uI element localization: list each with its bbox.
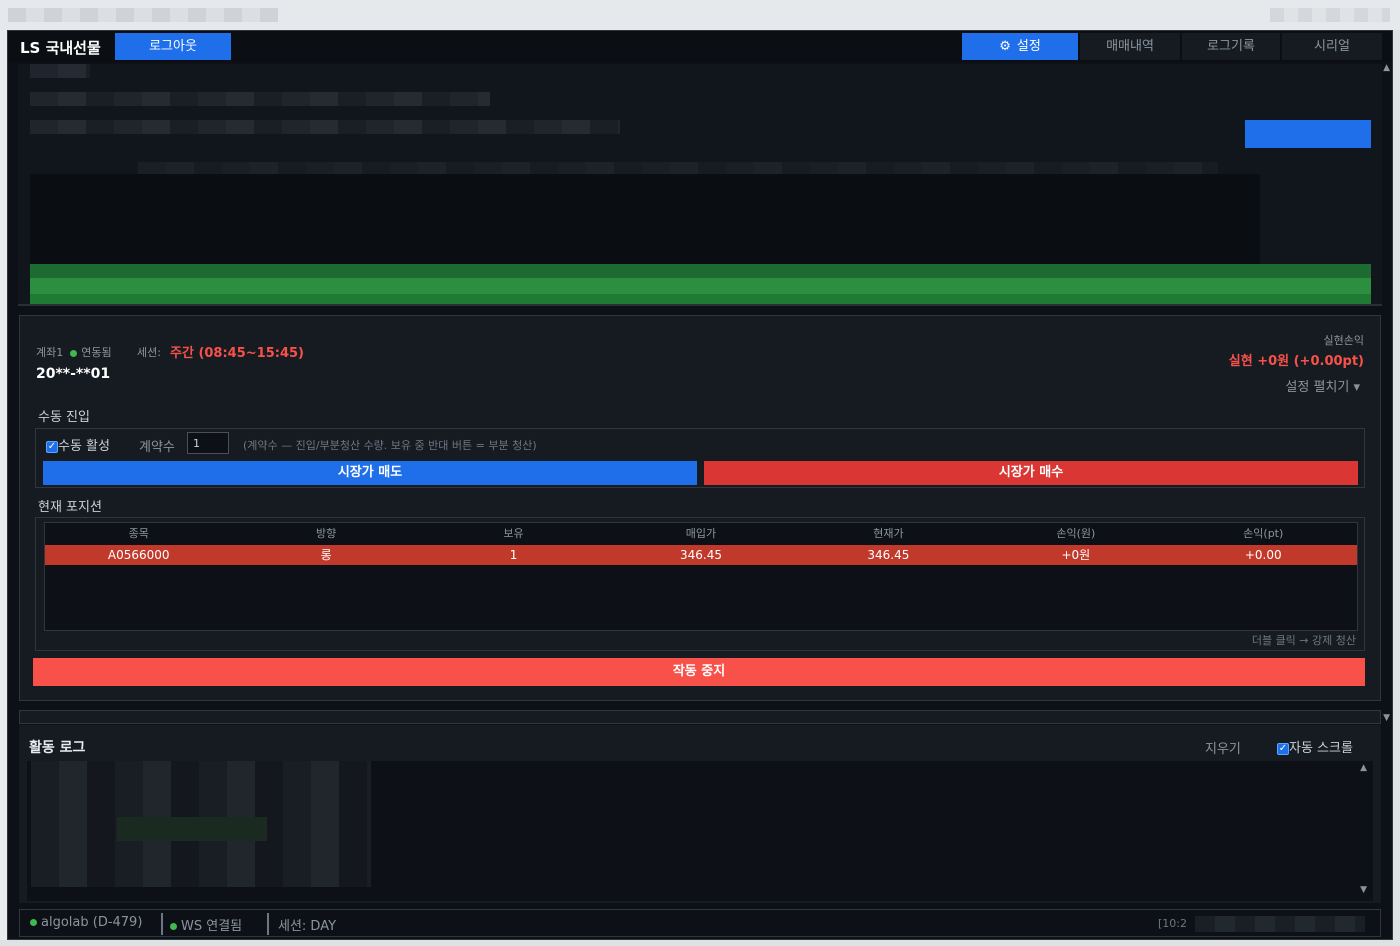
clear-log-button[interactable]: 지우기	[1205, 738, 1241, 757]
manual-toggle-label: 수동 활성	[58, 439, 110, 454]
cell-entry-price: 346.45	[679, 548, 722, 562]
position-title: 현재 포지션	[38, 500, 102, 515]
tab-serial[interactable]: 시리얼	[1282, 33, 1382, 60]
table-header: 종목 방향 보유 매입가 현재가 손익(원) 손익(pt)	[45, 523, 1357, 545]
redacted-blue-button	[1245, 120, 1371, 148]
logout-button[interactable]: 로그아웃	[115, 33, 231, 60]
top-navbar: LS 국내선물 로그아웃 ⚙ 설정 매매내역 로그기록 시리얼	[8, 31, 1392, 62]
brand-title: LS 국내선물	[20, 39, 101, 57]
app-window: LS 국내선물 로그아웃 ⚙ 설정 매매내역 로그기록 시리얼 ▲ 계좌1 연동됨…	[7, 30, 1393, 940]
trading-panel: 계좌1 연동됨 세션: 주간 (08:45~15:45) 20**-**01 실…	[19, 315, 1381, 701]
checkbox-checked-icon[interactable]: ✓	[1277, 742, 1289, 755]
column-header: 방향	[316, 527, 337, 540]
status-dot-icon	[70, 349, 78, 357]
column-header: 종목	[128, 527, 149, 540]
column-header: 손익(pt)	[1243, 527, 1284, 540]
log-output[interactable]: ▲ ▼	[27, 761, 1373, 901]
column-header: 매입가	[685, 527, 717, 540]
market-buy-button[interactable]: 시장가 매수	[704, 461, 1358, 485]
market-sell-button[interactable]: 시장가 매도	[43, 461, 697, 485]
column-header: 손익(원)	[1056, 527, 1096, 540]
cell-current-price: 346.45	[867, 548, 910, 562]
manual-entry-title: 수동 진입	[38, 410, 90, 425]
status-dot-icon	[30, 919, 37, 926]
account-number: 20**-**01	[36, 366, 111, 382]
quantity-label: 계약수	[139, 440, 175, 455]
tab-trade-history[interactable]: 매매내역	[1080, 33, 1180, 60]
quantity-hint: (계약수 — 진입/부분청산 수량. 보유 중 반대 버튼 = 부분 청산)	[243, 439, 537, 452]
scroll-down-icon[interactable]: ▼	[1383, 713, 1390, 723]
status-bar: algolab (D-479) WS 연결됨 세션: DAY [10:2	[19, 909, 1381, 937]
expand-settings-button[interactable]: 설정 펼치기 ▾	[1285, 376, 1360, 395]
tab-log-records[interactable]: 로그기록	[1182, 33, 1280, 60]
cell-direction: 롱	[320, 548, 332, 562]
manual-entry-box: ✓수동 활성 계약수 (계약수 — 진입/부분청산 수량. 보유 중 반대 버튼…	[35, 428, 1365, 488]
checkbox-checked-icon[interactable]: ✓	[46, 440, 58, 453]
auto-scroll-toggle[interactable]: ✓ 자동 스크롤	[1277, 737, 1353, 756]
log-scroll-up-icon[interactable]: ▲	[1360, 763, 1367, 773]
status-ws: WS 연결됨	[170, 915, 242, 934]
realized-pnl-value: 실현 +0원 (+0.00pt)	[1228, 354, 1364, 369]
tab-settings-label: 설정	[1016, 39, 1041, 54]
position-table: 종목 방향 보유 매입가 현재가 손익(원) 손익(pt) A0566000 롱…	[44, 522, 1358, 631]
redacted-chart-area	[18, 64, 1382, 306]
session-label: 세션:	[137, 346, 161, 359]
window-edge	[1393, 30, 1400, 946]
session-value: 주간 (08:45~15:45)	[170, 346, 304, 361]
gear-icon: ⚙	[999, 39, 1011, 54]
account-label: 계좌1 연동됨	[36, 346, 112, 359]
status-dot-icon	[170, 923, 177, 930]
browser-titlebar	[0, 0, 1400, 30]
quantity-input[interactable]	[187, 432, 229, 454]
table-row[interactable]: A0566000 롱 1 346.45 346.45 +0원 +0.00	[45, 545, 1357, 565]
link-status: 연동됨	[81, 346, 112, 359]
panel-divider	[19, 710, 1381, 724]
blurred-controls	[1270, 8, 1390, 22]
cell-pnl-pt: +0.00	[1244, 548, 1282, 562]
redacted-status	[1195, 916, 1365, 932]
status-time: [10:2	[1158, 917, 1187, 930]
scroll-up-icon[interactable]: ▲	[1383, 63, 1390, 73]
activity-log-title: 활동 로그	[29, 740, 86, 756]
cell-quantity: 1	[509, 548, 518, 562]
auto-scroll-label: 자동 스크롤	[1289, 741, 1353, 756]
column-header: 현재가	[873, 527, 904, 540]
tab-settings[interactable]: ⚙ 설정	[962, 33, 1078, 60]
blurred-title	[8, 8, 278, 22]
force-close-hint: 더블 클릭 → 강제 청산	[1251, 634, 1356, 647]
status-user: algolab (D-479)	[30, 915, 142, 930]
column-header: 보유	[503, 527, 524, 540]
position-box: 종목 방향 보유 매입가 현재가 손익(원) 손익(pt) A0566000 롱…	[35, 517, 1365, 651]
log-scroll-down-icon[interactable]: ▼	[1360, 885, 1367, 895]
manual-toggle[interactable]: ✓ 수동 활성	[46, 435, 110, 454]
stop-button[interactable]: 작동 중지	[33, 658, 1365, 686]
redacted-progress-bar	[30, 264, 1371, 304]
cell-symbol: A0566000	[107, 548, 170, 562]
cell-pnl-won: +0원	[1061, 548, 1091, 562]
realized-pnl-label: 실현손익	[1323, 334, 1364, 347]
activity-log-panel: 활동 로그 지우기 ✓ 자동 스크롤 ▲ ▼	[19, 725, 1381, 903]
status-session: 세션: DAY	[278, 919, 337, 934]
window-edge	[0, 940, 1400, 946]
